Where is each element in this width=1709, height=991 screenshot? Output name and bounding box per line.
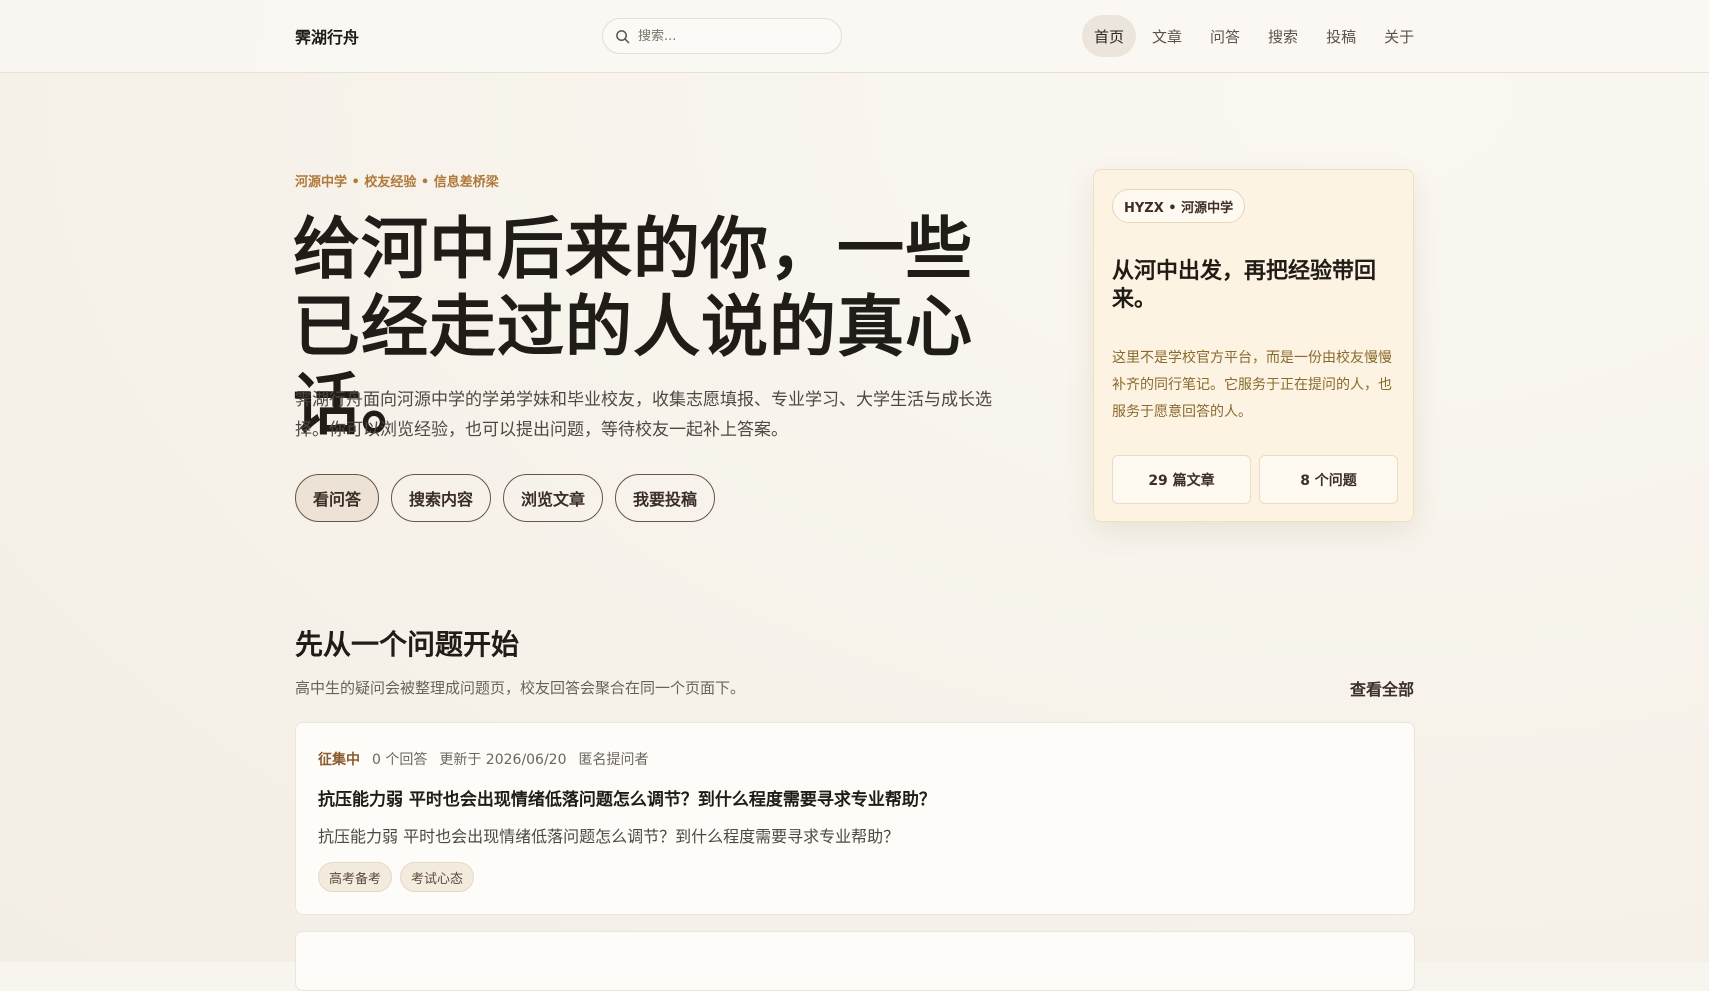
- intro-card-title: 从河中出发，再把经验带回来。: [1112, 258, 1377, 312]
- search-box[interactable]: [602, 18, 842, 54]
- search-content-button[interactable]: 搜索内容: [391, 474, 492, 522]
- browse-articles-button[interactable]: 浏览文章: [503, 474, 604, 522]
- hero-kicker: 河源中学 • 校友经验 • 信息差桥梁: [295, 175, 499, 190]
- article-count-stat[interactable]: 29 篇文章: [1112, 455, 1251, 504]
- section-subtitle: 高中生的疑问会被整理成问题页，校友回答会聚合在同一个页面下。: [295, 679, 746, 697]
- nav-qa[interactable]: 问答: [1198, 15, 1252, 57]
- hero-actions: 看问答 搜索内容 浏览文章 我要投稿: [295, 474, 716, 522]
- nav-articles[interactable]: 文章: [1140, 15, 1194, 57]
- top-navigation-bar: 霁湖行舟 首页 文章 问答 搜索 投稿 关于: [0, 0, 1709, 73]
- search-input[interactable]: [638, 28, 818, 44]
- nav-submit[interactable]: 投稿: [1314, 15, 1368, 57]
- nav-home[interactable]: 首页: [1082, 15, 1137, 57]
- question-tags: 高考备考 考试心态: [318, 862, 475, 892]
- section-title: 先从一个问题开始: [295, 628, 520, 661]
- tag-chip[interactable]: 考试心态: [400, 862, 475, 892]
- school-badge: HYZX • 河源中学: [1112, 189, 1246, 223]
- submit-post-button[interactable]: 我要投稿: [615, 474, 716, 522]
- intro-card: HYZX • 河源中学 从河中出发，再把经验带回来。 这里不是学校官方平台，而是…: [1093, 169, 1414, 522]
- tag-chip[interactable]: 高考备考: [318, 862, 393, 892]
- site-brand[interactable]: 霁湖行舟: [295, 24, 359, 48]
- hero-description: 霁湖行舟面向河源中学的学弟学妹和毕业校友，收集志愿填报、专业学习、大学生活与成长…: [295, 390, 992, 440]
- updated-date: 更新于 2026/06/20: [439, 752, 567, 768]
- question-author: 匿名提问者: [578, 752, 649, 768]
- question-card[interactable]: 征集中 0 个回答 更新于 2026/06/20 匿名提问者 抗压能力弱 平时也…: [295, 722, 1415, 915]
- intro-card-description: 这里不是学校官方平台，而是一份由校友慢慢补齐的同行笔记。它服务于正在提问的人，也…: [1112, 350, 1392, 420]
- question-body: 抗压能力弱 平时也会出现情绪低落问题怎么调节？到什么程度需要寻求专业帮助？: [318, 827, 900, 846]
- question-count-stat[interactable]: 8 个问题: [1259, 455, 1398, 504]
- nav-about[interactable]: 关于: [1372, 15, 1426, 57]
- answer-count: 0 个回答: [372, 752, 428, 768]
- search-icon: [616, 29, 630, 43]
- question-title[interactable]: 抗压能力弱 平时也会出现情绪低落问题怎么调节？到什么程度需要寻求专业帮助？: [318, 785, 936, 810]
- question-meta: 征集中 0 个回答 更新于 2026/06/20 匿名提问者: [318, 749, 649, 769]
- view-qa-button[interactable]: 看问答: [295, 474, 380, 522]
- main-nav: 首页 文章 问答 搜索 投稿 关于: [1082, 15, 1426, 57]
- status-badge: 征集中: [318, 752, 360, 768]
- stats-row: 29 篇文章 8 个问题: [1112, 455, 1398, 504]
- view-all-link[interactable]: 查看全部: [1350, 676, 1414, 700]
- question-card[interactable]: [295, 931, 1415, 991]
- nav-search[interactable]: 搜索: [1256, 15, 1310, 57]
